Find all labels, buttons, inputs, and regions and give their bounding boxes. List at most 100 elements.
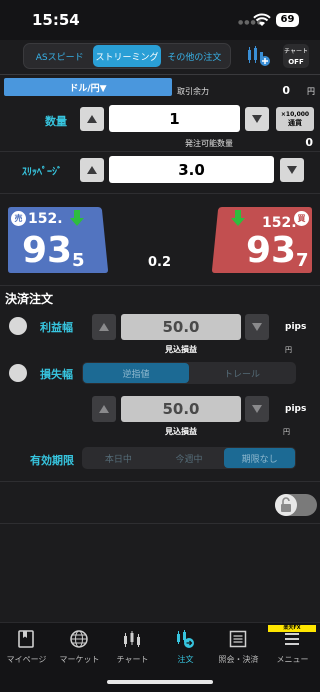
chart-toggle-state: OFF xyxy=(288,58,304,66)
triangle-down-icon xyxy=(252,115,262,123)
tab-other-orders[interactable]: その他の注文 xyxy=(161,45,228,67)
triangle-up-icon xyxy=(87,115,97,123)
triangle-up-icon xyxy=(99,323,109,331)
sell-big-figure: 152. xyxy=(28,211,63,227)
tab-as-speed[interactable]: ASスピード xyxy=(26,45,93,67)
nav-label: 注文 xyxy=(177,655,194,664)
quantity-decrease-button[interactable] xyxy=(245,107,269,131)
triangle-down-icon xyxy=(252,405,262,413)
profit-estimate-unit: 円 xyxy=(285,346,292,354)
battery-icon: 69 xyxy=(276,13,299,27)
loss-decrease-button[interactable] xyxy=(245,396,269,422)
profit-increase-button[interactable] xyxy=(92,314,116,340)
loss-input[interactable]: 50.0 xyxy=(121,396,241,422)
chart-toggle-button[interactable]: チャート OFF xyxy=(283,44,309,68)
tab-streaming[interactable]: ストリーミング xyxy=(93,45,161,67)
lock-knob xyxy=(275,494,297,516)
arrow-down-icon xyxy=(70,210,84,226)
divider xyxy=(0,481,320,482)
slippage-decrease-button[interactable] xyxy=(280,158,304,182)
slippage-increase-button[interactable] xyxy=(80,158,104,182)
profit-input[interactable]: 50.0 xyxy=(121,314,241,340)
buy-pips: 93 xyxy=(246,230,297,271)
status-time: 15:54 xyxy=(32,11,80,29)
loss-increase-button[interactable] xyxy=(92,396,116,422)
segment-this-week[interactable]: 今週中 xyxy=(154,448,225,468)
quantity-increase-button[interactable] xyxy=(80,107,104,131)
loss-unit: pips xyxy=(285,404,307,414)
buy-badge: 買 xyxy=(294,211,309,226)
nav-label: チャート xyxy=(116,655,149,664)
buy-big-figure: 152. xyxy=(262,215,297,231)
nav-chart[interactable]: チャート xyxy=(106,623,159,673)
segment-no-expiry[interactable]: 期限なし xyxy=(224,448,296,468)
quantity-label: 数量 xyxy=(45,115,67,128)
segment-trail[interactable]: トレール xyxy=(189,363,295,383)
nav-inquiry[interactable]: 照会・決済 xyxy=(212,623,265,673)
segment-today[interactable]: 本日中 xyxy=(83,448,154,468)
spread-value: 0.2 xyxy=(148,255,172,270)
margin-label: 取引余力 xyxy=(177,87,209,96)
loss-radio[interactable] xyxy=(9,364,27,382)
slippage-label: ｽﾘｯﾍﾟｰｼﾞ xyxy=(22,167,62,178)
divider xyxy=(0,285,320,286)
order-icon xyxy=(177,630,194,648)
margin-unit: 円 xyxy=(307,87,315,96)
sell-price-button[interactable]: 売 152. 93 5 xyxy=(8,207,108,273)
segment-stop-order[interactable]: 逆指値 xyxy=(83,363,189,383)
order-mode-tabs: ASスピード ストリーミング その他の注文 xyxy=(23,43,231,69)
profit-radio[interactable] xyxy=(9,317,27,335)
triangle-down-icon xyxy=(252,323,262,331)
divider xyxy=(0,74,320,75)
available-quantity-label: 発注可能数量 xyxy=(185,139,233,148)
chart-add-icon[interactable] xyxy=(245,44,271,68)
unit-currency: 通貨 xyxy=(288,119,302,127)
margin-value: 0 xyxy=(282,84,290,97)
brand-badge: 楽天FX xyxy=(268,625,316,632)
divider xyxy=(0,151,320,152)
sell-badge: 売 xyxy=(11,211,26,226)
triangle-up-icon xyxy=(87,166,97,174)
nav-mypage[interactable]: マイページ xyxy=(0,623,53,673)
triangle-down-icon xyxy=(287,166,297,174)
market-icon xyxy=(70,630,88,648)
divider xyxy=(0,523,320,524)
sell-pips: 93 xyxy=(22,230,73,271)
profit-label: 利益幅 xyxy=(40,321,73,334)
mypage-icon xyxy=(18,630,34,648)
expiry-segment: 本日中 今週中 期限なし xyxy=(82,447,296,469)
divider xyxy=(0,193,320,194)
nav-label: 照会・決済 xyxy=(218,655,259,664)
menu-icon xyxy=(285,633,299,645)
arrow-down-icon xyxy=(231,210,245,226)
currency-pair-select[interactable]: ドル/円▼ xyxy=(4,78,172,96)
expiry-label: 有効期限 xyxy=(30,454,74,467)
nav-label: メニュー xyxy=(276,655,309,664)
triangle-up-icon xyxy=(99,405,109,413)
available-quantity-value: 0 xyxy=(305,136,313,149)
status-bar: 15:54 ●●●● 69 xyxy=(0,0,320,40)
settlement-title: 決済注文 xyxy=(5,292,54,306)
nav-label: マーケット xyxy=(59,655,100,664)
loss-type-segment: 逆指値 トレール xyxy=(82,362,296,384)
nav-label: マイページ xyxy=(6,655,47,664)
profit-estimate-label: 見込損益 xyxy=(165,345,197,354)
nav-market[interactable]: マーケット xyxy=(53,623,106,673)
loss-estimate-label: 見込損益 xyxy=(165,427,197,436)
nav-order[interactable]: 注文 xyxy=(159,623,212,673)
slippage-input[interactable]: 3.0 xyxy=(109,156,274,183)
sell-fraction: 5 xyxy=(72,250,85,271)
lock-icon xyxy=(281,497,291,512)
buy-price-button[interactable]: 152. 買 93 7 xyxy=(212,207,312,273)
unit-multiplier: ×10,000 xyxy=(280,111,310,118)
profit-decrease-button[interactable] xyxy=(245,314,269,340)
chart-toggle-label: チャート xyxy=(284,48,308,55)
inquiry-icon xyxy=(229,630,247,648)
wifi-icon xyxy=(253,13,271,26)
lock-toggle[interactable] xyxy=(275,494,317,516)
quantity-input[interactable]: 1 xyxy=(109,105,240,132)
loss-estimate-unit: 円 xyxy=(283,428,290,436)
loss-label: 損失幅 xyxy=(40,368,73,381)
profit-unit: pips xyxy=(285,322,307,332)
quantity-unit-button[interactable]: ×10,000 通貨 xyxy=(276,107,314,131)
